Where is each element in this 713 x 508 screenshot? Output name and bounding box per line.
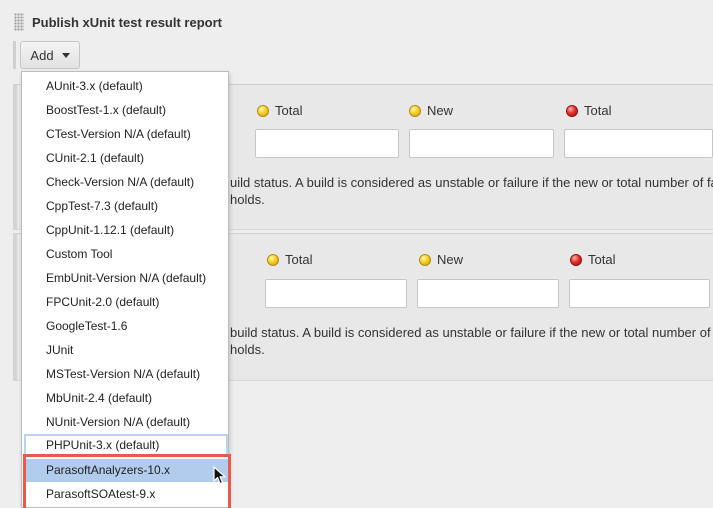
help-text-line-2: holds. [230,192,265,207]
new-warning-label: New [409,103,453,118]
red-ball-icon [566,104,578,117]
total-warning-label: Total [257,103,302,118]
new-warning-label: New [419,252,463,267]
new-warning-input[interactable] [417,279,559,308]
menu-item-aunit[interactable]: AUnit-3.x (default) [24,75,228,98]
red-ball-icon [570,253,582,266]
yellow-ball-icon [257,104,269,117]
menu-item-parasoft-analyzers[interactable]: ParasoftAnalyzers-10.x [24,459,228,482]
yellow-ball-icon [267,253,279,266]
drag-handle-icon[interactable] [14,13,24,31]
help-text-line-2: holds. [230,342,265,357]
add-left-bar [13,41,16,69]
menu-item-mstest[interactable]: MSTest-Version N/A (default) [24,363,228,386]
menu-item-boosttest[interactable]: BoostTest-1.x (default) [24,99,228,122]
menu-item-mbunit[interactable]: MbUnit-2.4 (default) [24,387,228,410]
menu-item-custom-tool[interactable]: Custom Tool [24,243,228,266]
total-error-input[interactable] [569,279,710,308]
menu-item-cunit[interactable]: CUnit-2.1 (default) [24,147,228,170]
caret-down-icon [61,52,70,58]
menu-item-cppunit[interactable]: CppUnit-1.12.1 (default) [24,219,228,242]
menu-item-parasoft-soatest[interactable]: ParasoftSOAtest-9.x [24,483,228,506]
total-error-label: Total [570,252,615,267]
yellow-ball-icon [419,253,431,266]
menu-item-cpptest[interactable]: CppTest-7.3 (default) [24,195,228,218]
section-title: Publish xUnit test result report [32,14,222,30]
add-button-label: Add [30,47,54,63]
yellow-ball-icon [409,104,421,117]
section-header: Publish xUnit test result report [14,12,222,32]
menu-item-googletest[interactable]: GoogleTest-1.6 [24,315,228,338]
new-warning-input[interactable] [409,129,554,158]
menu-item-ctest[interactable]: CTest-Version N/A (default) [24,123,228,146]
total-warning-label: Total [267,252,312,267]
menu-item-nunit[interactable]: NUnit-Version N/A (default) [24,411,228,434]
menu-item-phpunit[interactable]: PHPUnit-3.x (default) [24,434,228,457]
menu-item-junit[interactable]: JUnit [24,339,228,362]
xunit-publisher-section: Publish xUnit test result report Add Tot… [0,0,713,508]
mouse-pointer-icon [213,466,226,485]
menu-item-check[interactable]: Check-Version N/A (default) [24,171,228,194]
help-text-line-1: build status. A build is considered as u… [230,325,711,340]
menu-item-fpcunit[interactable]: FPCUnit-2.0 (default) [24,291,228,314]
total-warning-input[interactable] [265,279,407,308]
add-dropdown-menu: AUnit-3.x (default) BoostTest-1.x (defau… [21,71,229,508]
menu-item-embunit[interactable]: EmbUnit-Version N/A (default) [24,267,228,290]
total-error-input[interactable] [564,129,713,158]
total-warning-input[interactable] [255,129,399,158]
help-text-line-1: uild status. A build is considered as un… [230,175,713,190]
add-button[interactable]: Add [20,41,80,69]
total-error-label: Total [566,103,611,118]
